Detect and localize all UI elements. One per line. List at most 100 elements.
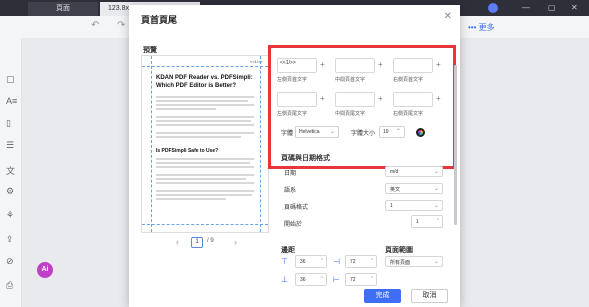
settings-icon[interactable]: ⚙ — [6, 186, 14, 197]
footer-left-caption: 左側頁尾文字 — [277, 111, 308, 117]
chevron-down-icon: ⌄ — [433, 186, 439, 192]
avatar[interactable] — [488, 3, 498, 13]
close-icon[interactable]: ✕ — [444, 11, 452, 22]
add-footer-left-icon[interactable]: + — [320, 94, 325, 103]
page-number-format-label: 頁碼格式 — [284, 205, 309, 211]
doc-text-line — [156, 158, 254, 160]
minimize-icon[interactable]: — — [522, 3, 530, 12]
footer-left-field[interactable] — [277, 92, 317, 107]
add-header-left-icon[interactable]: + — [320, 60, 325, 69]
doc-text-line — [156, 124, 254, 126]
left-margin-guide — [151, 56, 152, 232]
page-number-input[interactable]: 1 — [191, 237, 203, 248]
chevron-down-icon: ⌄ — [329, 129, 335, 135]
margin-right-stepper[interactable]: 72 ⌃ — [345, 255, 377, 268]
footer-right-caption: 右側頁尾文字 — [393, 111, 424, 117]
prev-page-icon[interactable]: ‹ — [176, 237, 179, 247]
doc-text-line — [156, 174, 254, 176]
doc-text-line — [156, 182, 254, 184]
margin-left-stepper[interactable]: 72 ⌃ — [345, 273, 377, 286]
language-label: 語系 — [284, 188, 297, 194]
pages-icon[interactable]: ▢ — [6, 74, 15, 85]
page-number-format-select[interactable]: 1 ⌄ — [385, 200, 443, 211]
next-page-icon[interactable]: › — [234, 237, 237, 247]
stepper-icon: ⌃ — [319, 258, 324, 264]
doc-text-line — [156, 96, 254, 98]
header-guide — [142, 66, 268, 67]
stepper-icon: ⌃ — [319, 276, 324, 282]
margin-left-icon: ⊢ — [333, 275, 340, 284]
page-date-format-section: 頁碼與日期格式 — [281, 155, 330, 162]
doc-text-line — [156, 120, 251, 122]
doc-text-line — [156, 198, 226, 200]
text-icon[interactable]: A≡ — [6, 96, 17, 106]
lock-icon[interactable]: ⊘ — [6, 256, 14, 267]
page-range-section: 頁面範圍 — [385, 247, 413, 254]
doc-subheading: Is PDFSimpli Safe to Use? — [156, 148, 219, 154]
header-left-field[interactable]: <<1/>> — [277, 58, 317, 73]
doc-text-line — [156, 100, 248, 102]
footer-right-field[interactable] — [393, 92, 433, 107]
doc-text-line — [156, 116, 254, 118]
print-icon[interactable]: ⎙ — [6, 280, 13, 291]
stepper-icon: ⌃ — [395, 129, 401, 135]
footer-center-field[interactable] — [335, 92, 375, 107]
doc-text-line — [156, 162, 250, 164]
add-header-center-icon[interactable]: + — [378, 60, 383, 69]
preview-label: 預覽 — [143, 47, 157, 54]
margin-top-stepper[interactable]: 36 ⌃ — [295, 255, 327, 268]
doc-text-line — [156, 104, 254, 106]
undo-icon[interactable]: ↶ — [91, 20, 99, 31]
header-right-field[interactable] — [393, 58, 433, 73]
chevron-down-icon: ⌄ — [433, 203, 439, 209]
page-range-select[interactable]: 所有頁面 ⌄ — [385, 256, 443, 267]
doc-text-line — [156, 108, 216, 110]
header-footer-dialog: 頁首頁尾 ✕ 預覽 <<1/>> KDAN PDF Reader vs. PDF… — [129, 5, 460, 307]
left-rail: ▢ A≡ ▯ ☰ 文 ⚙ ⚘ ⇪ ⊘ ⎙ — [0, 38, 22, 307]
ai-assistant-icon[interactable]: Ai — [37, 262, 53, 278]
right-pane — [460, 38, 589, 307]
stepper-icon: ⌃ — [369, 258, 374, 264]
chevron-down-icon: ⌄ — [433, 169, 439, 175]
header-center-field[interactable] — [335, 58, 375, 73]
stamp-icon[interactable]: ⚘ — [6, 210, 14, 221]
language-select[interactable]: 英文 ⌄ — [385, 183, 443, 194]
header-footer-fields: <<1/>> + + + 左側頁首文字 中間頁首文字 右側頁首文字 + + + … — [268, 45, 456, 169]
chevron-down-icon: ⌄ — [433, 259, 439, 265]
stepper-icon: ⌃ — [435, 218, 440, 224]
doc-text-line — [156, 132, 254, 134]
dialog-scrollbar[interactable] — [454, 65, 457, 225]
font-select[interactable]: Helvetica ⌄ — [295, 126, 339, 138]
start-page-stepper[interactable]: 1 ⌃ — [411, 215, 443, 228]
header-left-caption: 左側頁首文字 — [277, 77, 308, 83]
date-format-select[interactable]: m/d ⌄ — [385, 166, 443, 177]
add-header-right-icon[interactable]: + — [436, 60, 441, 69]
redo-icon[interactable]: ↷ — [117, 20, 125, 31]
right-margin-guide — [260, 56, 261, 232]
add-footer-center-icon[interactable]: + — [378, 94, 383, 103]
margin-bottom-icon: ⊥ — [281, 275, 288, 284]
margins-section: 邊距 — [281, 247, 295, 254]
done-button[interactable]: 完成 — [364, 289, 401, 303]
margin-right-icon: ⊣ — [333, 257, 340, 266]
bookmark-icon[interactable]: ▯ — [6, 118, 11, 129]
list-icon[interactable]: ☰ — [6, 140, 14, 151]
font-size-stepper[interactable]: 19 ⌃ — [379, 126, 405, 138]
upload-icon[interactable]: ⇪ — [6, 234, 14, 245]
start-page-label: 開始於 — [284, 222, 303, 228]
margin-bottom-stepper[interactable]: 36 ⌃ — [295, 273, 327, 286]
doc-text-line — [156, 166, 254, 168]
tab-pages[interactable]: 頁面 — [28, 2, 98, 16]
page-total: / 9 — [207, 238, 214, 244]
more-button[interactable]: ••• 更多 — [468, 22, 495, 33]
close-window-icon[interactable]: ✕ — [571, 3, 578, 12]
maximize-icon[interactable]: ▢ — [548, 3, 556, 12]
preview-page: <<1/>> KDAN PDF Reader vs. PDFSimpli: Wh… — [141, 55, 269, 233]
color-picker-icon[interactable] — [416, 128, 425, 137]
margin-top-icon: ⊤ — [281, 257, 288, 266]
dialog-title: 頁首頁尾 — [141, 15, 178, 25]
cancel-button[interactable]: 取消 — [411, 289, 448, 303]
translate-icon[interactable]: 文 — [6, 164, 15, 177]
add-footer-right-icon[interactable]: + — [436, 94, 441, 103]
doc-title: KDAN PDF Reader vs. PDFSimpli: Which PDF… — [156, 75, 253, 89]
